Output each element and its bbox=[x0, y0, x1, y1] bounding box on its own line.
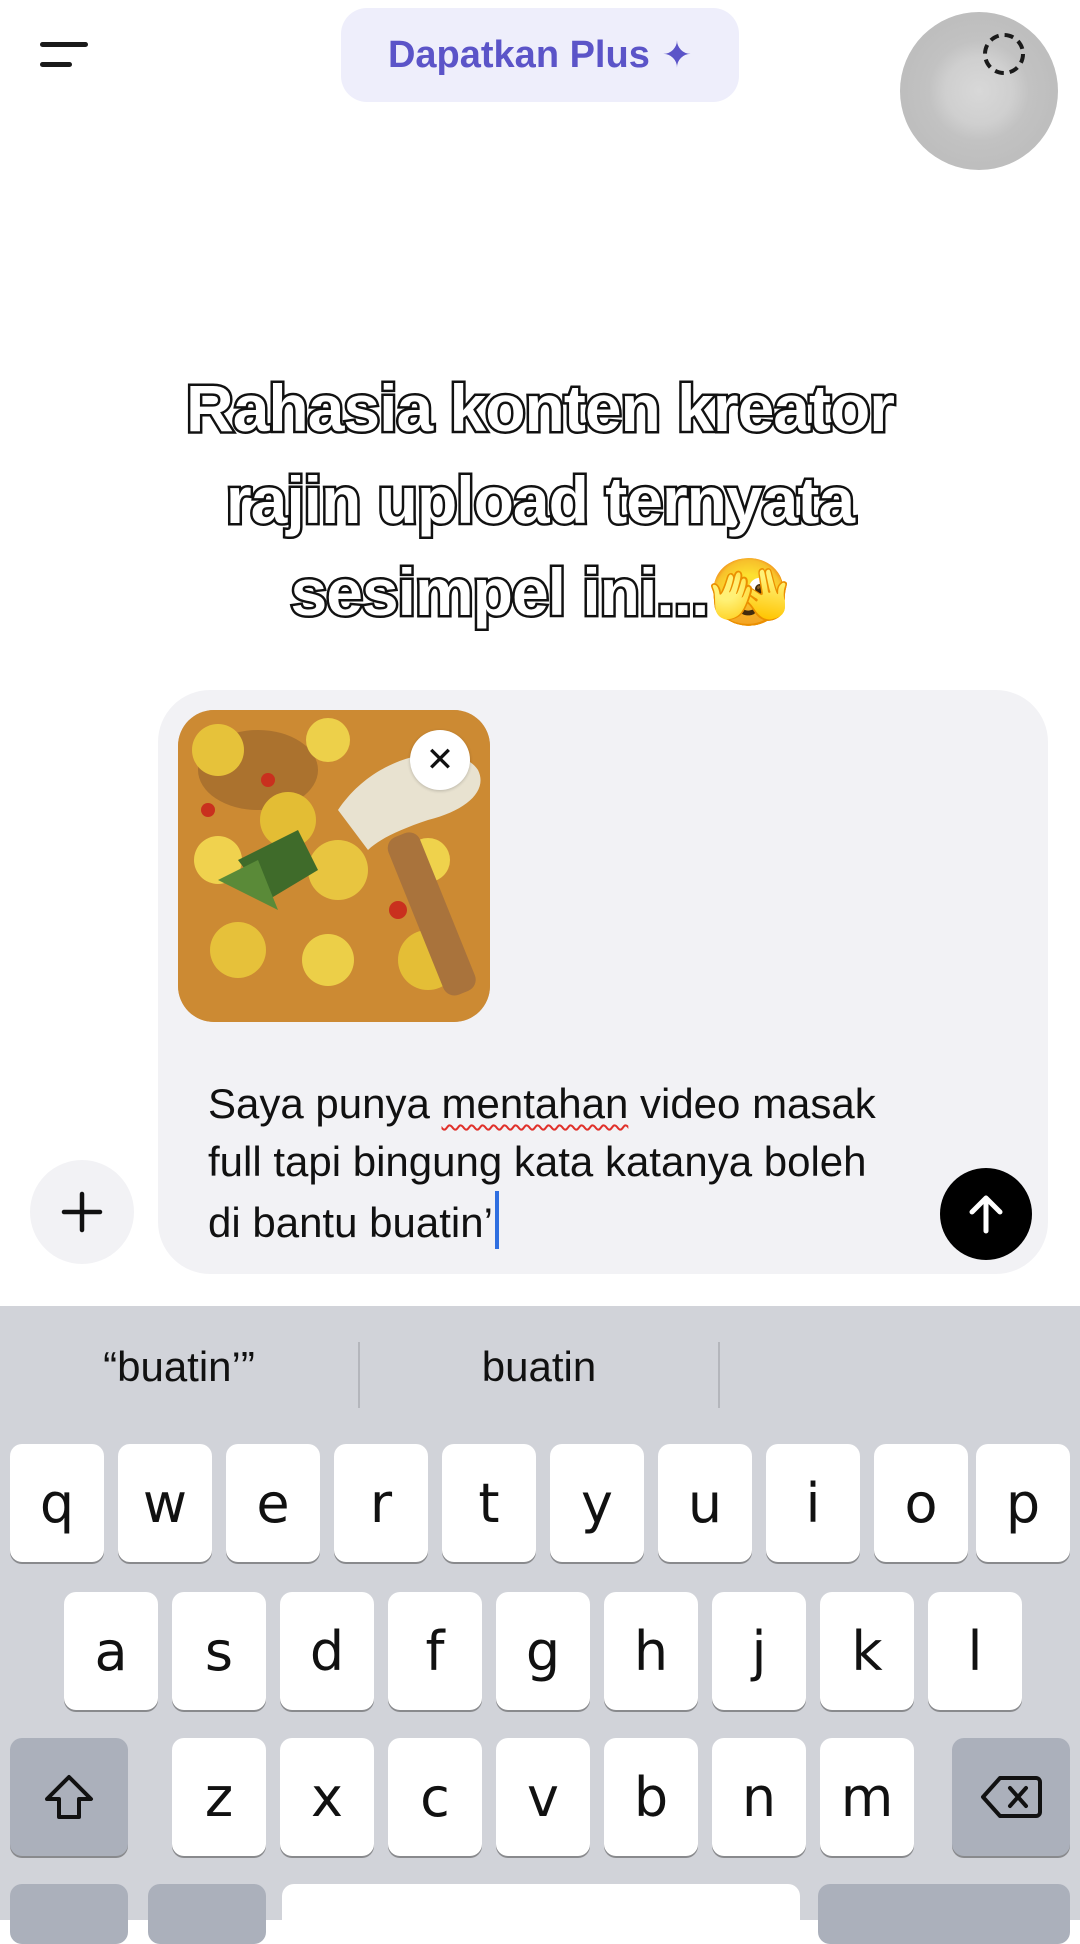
numbers-key[interactable] bbox=[10, 1884, 128, 1944]
temporary-chat-icon[interactable] bbox=[980, 30, 1030, 80]
close-icon: ✕ bbox=[425, 741, 455, 779]
key[interactable]: q bbox=[10, 1444, 104, 1562]
message-text: Saya punya bbox=[208, 1080, 442, 1127]
key[interactable]: r bbox=[334, 1444, 428, 1562]
text-cursor bbox=[494, 1191, 499, 1249]
caption-line: sesimpel ini...🫣 bbox=[288, 553, 793, 632]
key[interactable]: o bbox=[874, 1444, 968, 1562]
key[interactable]: w bbox=[118, 1444, 212, 1562]
menu-icon[interactable] bbox=[40, 36, 100, 76]
suggestion[interactable] bbox=[720, 1336, 1080, 1398]
key[interactable]: s bbox=[172, 1592, 266, 1710]
key[interactable]: l bbox=[928, 1592, 1022, 1710]
video-caption: Rahasia konten kreator rajin upload tern… bbox=[60, 362, 1020, 638]
send-button[interactable] bbox=[940, 1168, 1032, 1260]
key[interactable]: m bbox=[820, 1738, 914, 1856]
key[interactable]: h bbox=[604, 1592, 698, 1710]
arrow-up-icon bbox=[969, 1195, 1003, 1234]
caption-line: rajin upload ternyata bbox=[223, 461, 857, 540]
suggestion[interactable]: buatin bbox=[360, 1336, 718, 1398]
key[interactable]: t bbox=[442, 1444, 536, 1562]
backspace-icon bbox=[981, 1776, 1042, 1818]
key[interactable]: p bbox=[976, 1444, 1070, 1562]
key[interactable]: d bbox=[280, 1592, 374, 1710]
caption-line: Rahasia konten kreator bbox=[184, 369, 898, 448]
misspelled-word[interactable]: mentahan bbox=[442, 1080, 629, 1127]
key[interactable]: v bbox=[496, 1738, 590, 1856]
key[interactable]: f bbox=[388, 1592, 482, 1710]
key[interactable]: e bbox=[226, 1444, 320, 1562]
plus-icon bbox=[61, 1191, 103, 1233]
key[interactable]: x bbox=[280, 1738, 374, 1856]
get-plus-button[interactable]: Dapatkan Plus ✦ bbox=[341, 8, 739, 102]
sparkle-icon: ✦ bbox=[661, 34, 693, 75]
shift-key[interactable] bbox=[10, 1738, 128, 1856]
emoji-key[interactable] bbox=[148, 1884, 266, 1944]
key[interactable]: y bbox=[550, 1444, 644, 1562]
key[interactable]: u bbox=[658, 1444, 752, 1562]
space-key[interactable] bbox=[282, 1884, 800, 1944]
key[interactable]: a bbox=[64, 1592, 158, 1710]
suggestion[interactable]: “buatin’” bbox=[0, 1336, 358, 1398]
remove-attachment-button[interactable]: ✕ bbox=[410, 730, 470, 790]
key[interactable]: g bbox=[496, 1592, 590, 1710]
add-attachment-button[interactable] bbox=[30, 1160, 134, 1264]
return-key[interactable] bbox=[818, 1884, 1070, 1944]
key[interactable]: b bbox=[604, 1738, 698, 1856]
key[interactable]: k bbox=[820, 1592, 914, 1710]
key[interactable]: c bbox=[388, 1738, 482, 1856]
message-input[interactable]: Saya punya mentahan video masak full tap… bbox=[208, 1075, 908, 1252]
get-plus-label: Dapatkan Plus bbox=[387, 33, 650, 76]
touch-indicator bbox=[900, 12, 1058, 170]
key[interactable]: n bbox=[712, 1738, 806, 1856]
key[interactable]: z bbox=[172, 1738, 266, 1856]
shift-icon bbox=[45, 1775, 93, 1819]
delete-key[interactable] bbox=[952, 1738, 1070, 1856]
key[interactable]: i bbox=[766, 1444, 860, 1562]
key[interactable]: j bbox=[712, 1592, 806, 1710]
